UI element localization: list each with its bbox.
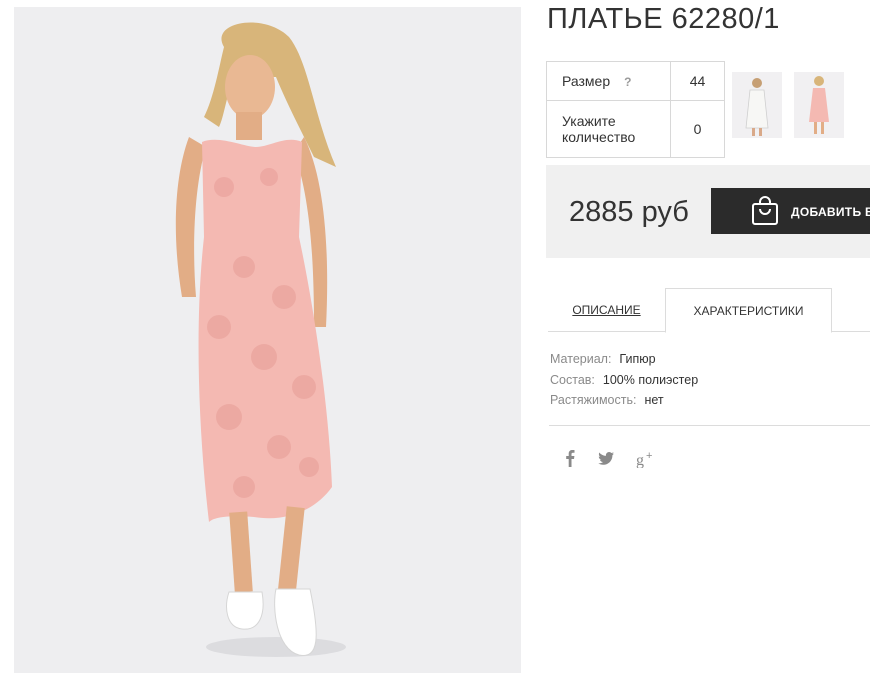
facebook-icon[interactable] bbox=[565, 449, 575, 472]
quantity-value[interactable]: 0 bbox=[670, 100, 725, 158]
twitter-icon[interactable] bbox=[598, 452, 614, 470]
tab-characteristics[interactable]: ХАРАКТЕРИСТИКИ bbox=[665, 288, 832, 333]
quantity-label-line1: Укажите bbox=[562, 113, 616, 129]
product-thumbnail-1[interactable] bbox=[732, 72, 782, 138]
svg-text:g: g bbox=[636, 452, 644, 468]
product-price: 2885 руб bbox=[569, 196, 689, 228]
spec-row: Состав: 100% полиэстер bbox=[550, 370, 698, 391]
section-divider bbox=[549, 425, 870, 426]
spec-key-stretch: Растяжимость: bbox=[550, 393, 637, 407]
price-panel: 2885 руб ДОБАВИТЬ В bbox=[546, 165, 870, 258]
quantity-row: Укажите количество 0 bbox=[546, 100, 725, 158]
thumbnail-white-dress-image bbox=[732, 72, 782, 138]
quantity-label-cell: Укажите количество bbox=[546, 100, 671, 158]
product-tabs: ОПИСАНИЕ ХАРАКТЕРИСТИКИ bbox=[548, 288, 870, 333]
add-to-cart-label: ДОБАВИТЬ В bbox=[791, 205, 870, 219]
size-help-icon[interactable]: ? bbox=[624, 75, 631, 89]
shopping-bag-icon bbox=[751, 196, 779, 229]
svg-text:+: + bbox=[646, 450, 652, 462]
quantity-label-line2: количество bbox=[562, 129, 636, 145]
size-row: Размер? 44 bbox=[546, 61, 725, 101]
spec-value-stretch: нет bbox=[644, 393, 664, 407]
spec-row: Материал: Гипюр bbox=[550, 349, 698, 370]
google-plus-icon[interactable]: g + bbox=[636, 450, 656, 473]
tab-description[interactable]: ОПИСАНИЕ bbox=[548, 288, 665, 332]
product-main-photo[interactable] bbox=[14, 7, 521, 673]
spec-value-composition: 100% полиэстер bbox=[602, 372, 699, 387]
add-to-cart-button[interactable]: ДОБАВИТЬ В bbox=[711, 188, 870, 234]
product-options-table: Размер? 44 Укажите количество 0 bbox=[546, 61, 725, 158]
size-label: Размер bbox=[562, 73, 611, 89]
spec-key-composition: Состав: bbox=[550, 372, 595, 387]
spec-key-material: Материал: bbox=[550, 352, 612, 366]
spec-value-material: Гипюр bbox=[619, 352, 656, 366]
thumbnail-pink-dress-image bbox=[794, 72, 844, 138]
spec-row: Растяжимость: нет bbox=[550, 390, 698, 411]
model-in-dress-illustration bbox=[14, 7, 521, 673]
characteristics-list: Материал: Гипюр Состав: 100% полиэстер Рас… bbox=[550, 349, 698, 411]
size-value[interactable]: 44 bbox=[670, 61, 725, 101]
size-cell: Размер? bbox=[546, 61, 671, 101]
product-thumbnail-2[interactable] bbox=[794, 72, 844, 138]
product-title: ПЛАТЬЕ 62280/1 bbox=[547, 3, 780, 35]
